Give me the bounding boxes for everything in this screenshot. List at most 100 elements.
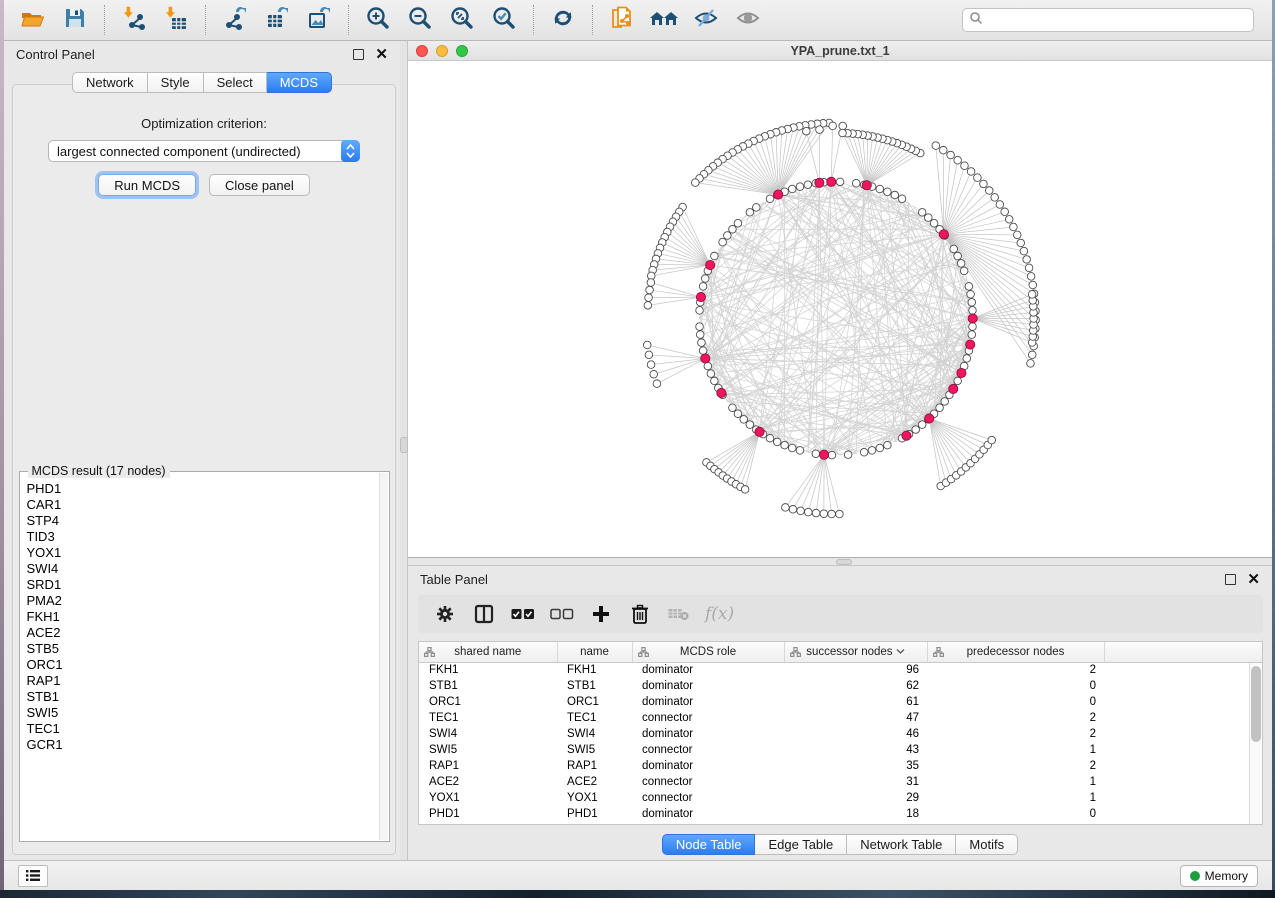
first-neighbors-button[interactable]	[645, 4, 683, 36]
splitter-handle[interactable]	[400, 437, 408, 453]
fit-content-button[interactable]	[443, 4, 481, 36]
result-list-item[interactable]: GCR1	[21, 737, 379, 753]
result-list-item[interactable]: TEC1	[21, 721, 379, 737]
search-field[interactable]	[962, 8, 1254, 32]
import-network-button[interactable]	[115, 4, 153, 36]
table-row[interactable]: ORC1ORC1dominator610	[419, 694, 1262, 710]
tab-network[interactable]: Network	[72, 72, 148, 93]
table-cell: RAP1	[557, 758, 632, 774]
export-table-button[interactable]	[258, 4, 296, 36]
vertical-splitter[interactable]	[400, 41, 408, 860]
close-panel-button[interactable]: Close panel	[209, 174, 310, 196]
tab-motifs[interactable]: Motifs	[956, 834, 1018, 855]
table-row[interactable]: TEC1TEC1connector472	[419, 710, 1262, 726]
tab-select[interactable]: Select	[204, 72, 267, 93]
result-list-item[interactable]: ACE2	[21, 625, 379, 641]
control-panel: Control Panel ✕ NetworkStyleSelectMCDS O…	[4, 41, 400, 860]
table-cell: RAP1	[419, 758, 557, 774]
table-row[interactable]: STB1STB1dominator620	[419, 678, 1262, 694]
add-column-icon[interactable]	[588, 601, 614, 627]
clear-table-icon[interactable]	[666, 601, 692, 627]
import-table-button[interactable]	[157, 4, 195, 36]
select-all-rows-icon[interactable]	[510, 601, 536, 627]
delete-column-icon[interactable]	[627, 601, 653, 627]
float-window-icon[interactable]	[1225, 574, 1236, 585]
optimization-criterion-select[interactable]: largest connected component (undirected)	[48, 140, 360, 162]
result-list-item[interactable]: CAR1	[21, 497, 379, 513]
export-image-button[interactable]	[300, 4, 338, 36]
result-list-item[interactable]: SWI5	[21, 705, 379, 721]
result-list-item[interactable]: PHD1	[21, 481, 379, 497]
table-cell: PHD1	[557, 806, 632, 822]
tab-edge-table[interactable]: Edge Table	[755, 834, 847, 855]
table-options-icon[interactable]	[432, 601, 458, 627]
result-list-item[interactable]: SWI4	[21, 561, 379, 577]
table-row[interactable]: FKH1FKH1dominator962	[419, 662, 1262, 678]
column-header-predecessor-nodes[interactable]: predecessor nodes	[927, 642, 1104, 662]
hide-selected-button[interactable]	[687, 4, 725, 36]
open-file-icon	[20, 6, 46, 35]
mcds-result-list[interactable]: PHD1CAR1STP4TID3YOX1SWI4SRD1PMA2FKH1ACE2…	[21, 473, 379, 840]
tab-node-table[interactable]: Node Table	[662, 834, 756, 855]
open-file-button[interactable]	[14, 4, 52, 36]
tab-style[interactable]: Style	[148, 72, 204, 93]
result-list-item[interactable]: TID3	[21, 529, 379, 545]
tab-mcds[interactable]: MCDS	[267, 72, 332, 93]
close-panel-icon[interactable]: ✕	[375, 49, 388, 60]
table-row[interactable]: PHD1PHD1dominator180	[419, 806, 1262, 822]
result-list-item[interactable]: FKH1	[21, 609, 379, 625]
result-list-item[interactable]: PMA2	[21, 593, 379, 609]
table-cell: 1	[927, 774, 1104, 790]
table-cell: ORC1	[557, 694, 632, 710]
table-row[interactable]: SWI5SWI5connector431	[419, 742, 1262, 758]
column-header-shared-name[interactable]: shared name	[419, 642, 557, 662]
column-header-name[interactable]: name	[557, 642, 632, 662]
float-window-icon[interactable]	[353, 49, 364, 60]
new-network-from-selection-button[interactable]	[603, 4, 641, 36]
table-scrollbar-thumb[interactable]	[1251, 666, 1261, 742]
result-list-item[interactable]: SRD1	[21, 577, 379, 593]
zoom-in-button[interactable]	[359, 4, 397, 36]
network-canvas[interactable]	[408, 61, 1272, 557]
table-row[interactable]: SWI4SWI4dominator462	[419, 726, 1262, 742]
horizontal-splitter[interactable]	[408, 558, 1272, 566]
table-row[interactable]: ACE2ACE2connector311	[419, 774, 1262, 790]
column-header-mcds-role[interactable]: MCDS role	[632, 642, 784, 662]
toolbar-separator	[205, 5, 206, 35]
zoom-out-button[interactable]	[401, 4, 439, 36]
result-list-item[interactable]: STB1	[21, 689, 379, 705]
table-scrollbar[interactable]	[1249, 663, 1262, 824]
result-list-scrollbar[interactable]	[379, 473, 388, 840]
table-cell	[1104, 758, 1262, 774]
save-session-button[interactable]	[56, 4, 94, 36]
table-cell: 0	[927, 694, 1104, 710]
table-cell	[1104, 662, 1262, 678]
search-input[interactable]	[987, 13, 1247, 27]
table-row[interactable]: YOX1YOX1connector291	[419, 790, 1262, 806]
splitter-handle[interactable]	[836, 559, 852, 565]
table-cell: 96	[784, 662, 927, 678]
table-cell: FKH1	[419, 662, 557, 678]
table-row[interactable]: RAP1RAP1dominator352	[419, 758, 1262, 774]
memory-button[interactable]: Memory	[1180, 865, 1258, 887]
fit-selected-button[interactable]	[485, 4, 523, 36]
result-list-item[interactable]: STB5	[21, 641, 379, 657]
column-visibility-icon[interactable]	[471, 601, 497, 627]
table-cell: connector	[632, 710, 784, 726]
tab-network-table[interactable]: Network Table	[847, 834, 956, 855]
table-cell: FKH1	[557, 662, 632, 678]
column-header-successor-nodes[interactable]: successor nodes	[784, 642, 927, 662]
show-all-button[interactable]	[729, 4, 767, 36]
result-list-item[interactable]: ORC1	[21, 657, 379, 673]
result-list-item[interactable]: STP4	[21, 513, 379, 529]
export-network-button[interactable]	[216, 4, 254, 36]
refresh-button[interactable]	[544, 4, 582, 36]
table-cell: STB1	[419, 678, 557, 694]
close-panel-icon[interactable]: ✕	[1247, 574, 1260, 585]
deselect-all-rows-icon[interactable]	[549, 601, 575, 627]
function-builder-icon[interactable]: f(x)	[705, 604, 734, 624]
result-list-item[interactable]: RAP1	[21, 673, 379, 689]
result-list-item[interactable]: YOX1	[21, 545, 379, 561]
run-mcds-button[interactable]: Run MCDS	[98, 174, 196, 196]
task-history-button[interactable]	[18, 865, 48, 887]
